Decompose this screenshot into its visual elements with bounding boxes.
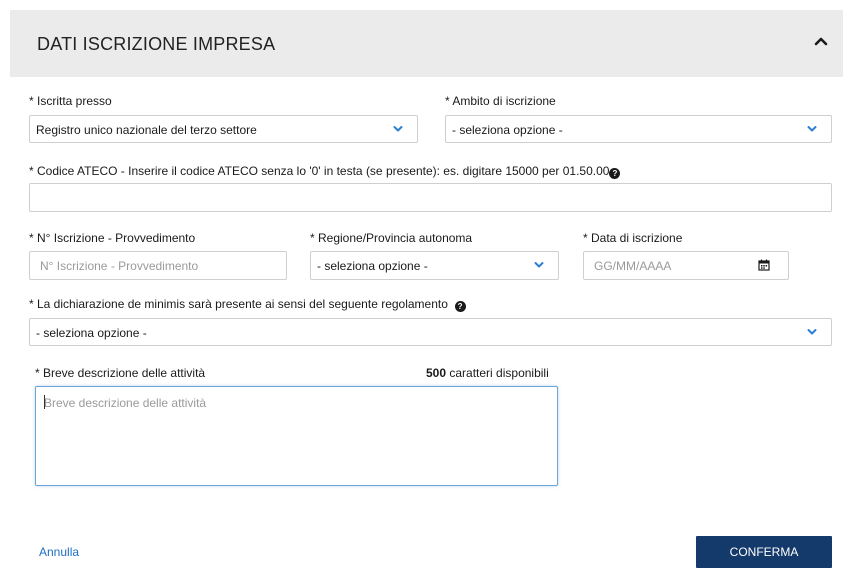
chevron-up-icon[interactable] — [811, 32, 831, 52]
char-counter: 500 caratteri disponibili — [426, 366, 549, 380]
iscritta-presso-label: * Iscritta presso — [29, 94, 112, 108]
iscritta-presso-value: Registro unico nazionale del terzo setto… — [36, 123, 257, 137]
confirm-button[interactable]: CONFERMA — [696, 536, 832, 568]
iscritta-presso-select[interactable]: Registro unico nazionale del terzo setto… — [29, 115, 418, 143]
ambito-label: * Ambito di iscrizione — [445, 94, 556, 108]
chevron-down-icon — [807, 329, 817, 335]
panel-title: DATI ISCRIZIONE IMPRESA — [37, 34, 276, 54]
n-iscrizione-placeholder: N° Iscrizione - Provvedimento — [40, 259, 199, 273]
iscrizione-panel: DATI ISCRIZIONE IMPRESA — [10, 10, 843, 581]
descrizione-placeholder: Breve descrizione delle attività — [44, 396, 207, 410]
calendar-icon[interactable] — [758, 259, 770, 271]
ambito-value: - seleziona opzione - — [452, 123, 563, 137]
descrizione-label: * Breve descrizione delle attività — [35, 366, 206, 380]
ambito-select[interactable]: - seleziona opzione - — [445, 115, 832, 143]
de-minimis-value: - seleziona opzione - — [36, 326, 147, 340]
char-counter-number: 500 — [426, 366, 447, 380]
cancel-link[interactable]: Annulla — [39, 545, 79, 559]
n-iscrizione-label: * N° Iscrizione - Provvedimento — [29, 231, 196, 245]
de-minimis-select[interactable]: - seleziona opzione - — [29, 318, 832, 346]
de-minimis-label: * La dichiarazione de minimis sarà prese… — [29, 297, 466, 312]
panel-header[interactable]: DATI ISCRIZIONE IMPRESA — [10, 10, 843, 77]
chevron-down-icon — [393, 126, 403, 132]
ateco-label-text: * Codice ATECO - Inserire il codice ATEC… — [29, 164, 610, 178]
ateco-label: * Codice ATECO - Inserire il codice ATEC… — [29, 164, 621, 179]
chevron-down-icon — [534, 262, 544, 268]
chevron-down-icon — [807, 126, 817, 132]
de-minimis-label-text: * La dichiarazione de minimis sarà prese… — [29, 297, 448, 311]
n-iscrizione-input[interactable]: N° Iscrizione - Provvedimento — [29, 251, 287, 280]
question-icon[interactable]: ? — [609, 168, 621, 179]
regione-select[interactable]: - seleziona opzione - — [310, 251, 559, 280]
question-icon[interactable]: ? — [454, 301, 466, 312]
text-caret — [44, 395, 45, 409]
data-iscrizione-placeholder: GG/MM/AAAA — [594, 259, 672, 273]
descrizione-textarea[interactable]: Breve descrizione delle attività — [35, 386, 558, 486]
data-iscrizione-label: * Data di iscrizione — [583, 231, 683, 245]
ateco-input[interactable] — [29, 183, 832, 212]
regione-value: - seleziona opzione - — [317, 259, 428, 273]
data-iscrizione-input[interactable]: GG/MM/AAAA — [583, 251, 789, 280]
regione-label: * Regione/Provincia autonoma — [310, 231, 473, 245]
char-counter-text: caratteri disponibili — [449, 366, 549, 380]
